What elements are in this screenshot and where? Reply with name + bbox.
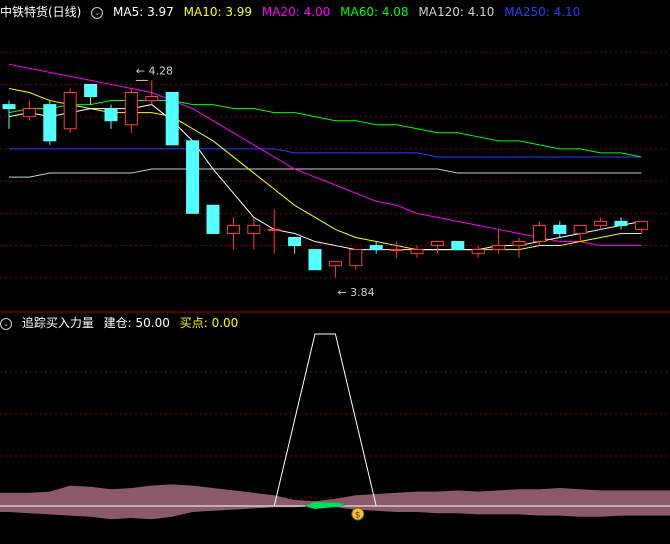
candle-body xyxy=(532,224,546,243)
ma60-label: MA60: 4.08 xyxy=(340,5,409,19)
candle-body xyxy=(410,249,424,255)
jiancang-label: 建仓: 50.00 xyxy=(103,316,170,330)
money-bag-symbol: $ xyxy=(355,511,361,521)
candle-body xyxy=(573,224,587,234)
ma5-line xyxy=(8,104,642,251)
candle-body xyxy=(512,241,526,247)
indicator-settings-circle-icon[interactable]: ⌄ xyxy=(0,317,12,330)
tracking-band xyxy=(0,484,670,520)
candle-body xyxy=(369,245,383,251)
candle-body xyxy=(594,220,608,226)
candle-body xyxy=(634,220,648,230)
chart-canvas: ← 4.28 ← 3.84 $ xyxy=(0,51,670,521)
candle-body xyxy=(104,108,118,122)
settings-circle-icon[interactable]: ⌄ xyxy=(91,6,104,19)
candle-body xyxy=(308,249,322,271)
candle-body xyxy=(614,220,628,226)
candle-body xyxy=(390,249,404,252)
candle-body xyxy=(267,228,281,231)
ma20-label: MA20: 4.00 xyxy=(261,5,331,19)
ma120-label: MA120: 4.10 xyxy=(418,5,495,19)
candle-body xyxy=(247,224,261,234)
candle-body xyxy=(84,83,98,98)
candle-body xyxy=(471,249,485,255)
high-label: ← 4.28 xyxy=(136,64,173,77)
ma250-label: MA250: 4.10 xyxy=(504,5,581,19)
main-chart-title: 中铁特货(日线) xyxy=(0,5,82,19)
jiancang-line xyxy=(9,333,642,507)
candle-body xyxy=(430,241,444,247)
candle-body xyxy=(2,104,16,110)
candle-body xyxy=(553,224,567,234)
candle-body xyxy=(43,104,57,142)
candle-body xyxy=(63,92,77,130)
candle-body xyxy=(145,96,159,102)
ma10-label: MA10: 3.99 xyxy=(183,5,253,19)
ma120-line xyxy=(9,168,642,178)
maidian-label: 买点: 0.00 xyxy=(179,316,239,330)
candle-body xyxy=(206,204,220,234)
candle-body xyxy=(124,92,138,126)
candle-body xyxy=(226,224,240,234)
candle-body xyxy=(349,249,363,267)
indicator-header: ⌄ 追踪买入力量 建仓: 50.00 买点: 0.00 xyxy=(0,313,244,333)
candle-body xyxy=(328,261,342,267)
candle-body xyxy=(186,140,200,214)
candle-body xyxy=(288,237,302,247)
indicator-title: 追踪买入力量 xyxy=(21,316,94,330)
candle-body xyxy=(492,245,506,251)
candle-body xyxy=(165,92,179,146)
main-chart-header: 中铁特货(日线) ⌄ MA5: 3.97 MA10: 3.99 MA20: 4.… xyxy=(0,2,586,22)
ma20-line xyxy=(8,63,642,247)
low-label: ← 3.84 xyxy=(337,286,374,299)
ma5-label: MA5: 3.97 xyxy=(113,5,174,19)
candle-body xyxy=(22,108,36,118)
candle-body xyxy=(451,241,465,251)
ma250-line xyxy=(9,148,642,158)
